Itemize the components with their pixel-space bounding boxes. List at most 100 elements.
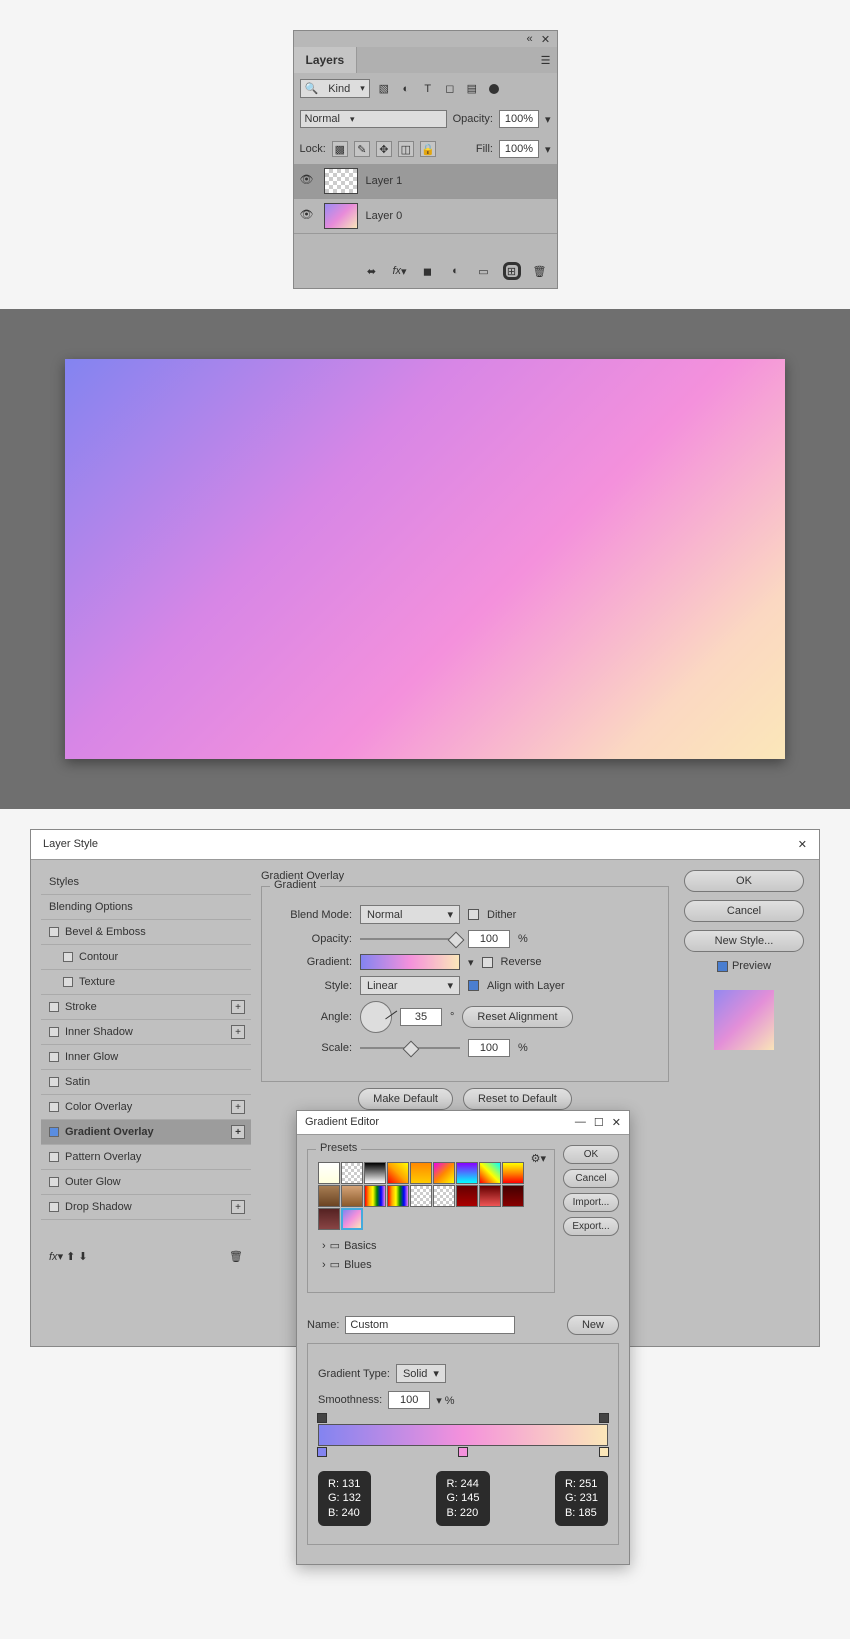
adjustment-icon[interactable]: ◐ <box>447 262 465 280</box>
styles-header[interactable]: Styles <box>41 870 251 895</box>
gear-icon[interactable]: ⚙▾ <box>531 1152 546 1165</box>
style-inner-glow[interactable]: Inner Glow <box>41 1045 251 1070</box>
preview-checkbox[interactable] <box>717 961 728 972</box>
color-stop[interactable] <box>458 1447 468 1457</box>
mask-icon[interactable]: ◼ <box>419 262 437 280</box>
style-texture[interactable]: Texture <box>41 970 251 995</box>
gradient-picker[interactable] <box>360 954 460 970</box>
opacity-slider[interactable] <box>360 934 460 944</box>
lock-brush-icon[interactable]: ✎ <box>354 141 370 157</box>
scale-slider[interactable] <box>360 1043 460 1053</box>
layer-thumb[interactable] <box>324 168 358 194</box>
reverse-checkbox[interactable] <box>482 957 493 968</box>
smooth-value[interactable]: 100 <box>388 1391 430 1409</box>
ge-cancel-button[interactable]: Cancel <box>563 1169 619 1188</box>
trash-icon[interactable]: 🗑 <box>229 1250 243 1263</box>
group-icon[interactable]: ▭ <box>475 262 493 280</box>
folder-blues[interactable]: ›▭Blues <box>318 1255 544 1274</box>
type-label: Gradient Type: <box>318 1368 390 1380</box>
filter-type-icon[interactable]: T <box>420 81 436 97</box>
filter-smart-icon[interactable]: ▤ <box>464 81 480 97</box>
close-icon[interactable]: ✕ <box>798 838 807 851</box>
lock-artboard-icon[interactable]: ◫ <box>398 141 414 157</box>
gradient-bar[interactable] <box>318 1424 608 1446</box>
link-icon[interactable]: ⬌ <box>363 262 381 280</box>
layer-name[interactable]: Layer 1 <box>366 175 403 187</box>
add-icon[interactable]: + <box>231 1200 245 1214</box>
name-input[interactable] <box>345 1316 515 1334</box>
style-satin[interactable]: Satin <box>41 1070 251 1095</box>
filter-adjust-icon[interactable]: ◐ <box>398 81 414 97</box>
new-button[interactable]: New <box>567 1315 619 1335</box>
rgb-readout-3: R: 251G: 231B: 185 <box>555 1471 608 1526</box>
new-style-button[interactable]: New Style... <box>684 930 804 952</box>
new-layer-icon[interactable]: ⊞ <box>503 262 521 280</box>
filter-image-icon[interactable]: ▧ <box>376 81 392 97</box>
opacity-dd-icon[interactable]: ▾ <box>545 113 551 126</box>
style-outer-glow[interactable]: Outer Glow <box>41 1170 251 1195</box>
layers-tab[interactable]: Layers <box>294 47 358 73</box>
color-stop[interactable] <box>599 1447 609 1457</box>
filter-toggle-icon[interactable] <box>486 81 502 97</box>
reset-alignment-button[interactable]: Reset Alignment <box>462 1006 572 1028</box>
visibility-icon[interactable]: 👁 <box>300 208 316 224</box>
reset-default-button[interactable]: Reset to Default <box>463 1088 572 1110</box>
style-drop-shadow[interactable]: Drop Shadow+ <box>41 1195 251 1220</box>
opacity-value[interactable]: 100 <box>468 930 510 948</box>
fx-icon[interactable]: fx▾ <box>391 262 409 280</box>
add-icon[interactable]: + <box>231 1125 245 1139</box>
dither-checkbox[interactable] <box>468 909 479 920</box>
style-contour[interactable]: Contour <box>41 945 251 970</box>
style-pattern-overlay[interactable]: Pattern Overlay <box>41 1145 251 1170</box>
scale-value[interactable]: 100 <box>468 1039 510 1057</box>
lock-all-icon[interactable]: 🔒 <box>420 141 436 157</box>
close-icon[interactable]: ✕ <box>540 33 552 45</box>
layer-row-0[interactable]: 👁 Layer 0 <box>294 199 557 234</box>
opacity-stop[interactable] <box>599 1413 609 1423</box>
style-inner-shadow[interactable]: Inner Shadow+ <box>41 1020 251 1045</box>
type-select[interactable]: Solid▾ <box>396 1364 446 1383</box>
fill-dd-icon[interactable]: ▾ <box>545 143 551 156</box>
style-select[interactable]: Linear▾ <box>360 976 460 995</box>
fill-value[interactable]: 100% <box>499 140 539 158</box>
minimize-icon[interactable]: — <box>575 1116 586 1129</box>
cancel-button[interactable]: Cancel <box>684 900 804 922</box>
style-stroke[interactable]: Stroke+ <box>41 995 251 1020</box>
lock-move-icon[interactable]: ✥ <box>376 141 392 157</box>
panel-menu-icon[interactable]: ☰ <box>541 54 551 67</box>
maximize-icon[interactable]: ☐ <box>594 1116 604 1129</box>
visibility-icon[interactable]: 👁 <box>300 173 316 189</box>
add-icon[interactable]: + <box>231 1000 245 1014</box>
style-gradient-overlay[interactable]: Gradient Overlay+ <box>41 1120 251 1145</box>
collapse-icon[interactable]: « <box>524 33 536 45</box>
preset-grid[interactable] <box>318 1162 544 1230</box>
layer-thumb[interactable] <box>324 203 358 229</box>
folder-basics[interactable]: ›▭Basics <box>318 1236 544 1255</box>
lock-pixels-icon[interactable]: ▩ <box>332 141 348 157</box>
layer-name[interactable]: Layer 0 <box>366 210 403 222</box>
trash-icon[interactable]: 🗑 <box>531 262 549 280</box>
add-icon[interactable]: + <box>231 1100 245 1114</box>
ok-button[interactable]: OK <box>684 870 804 892</box>
filter-shape-icon[interactable]: ◻ <box>442 81 458 97</box>
align-checkbox[interactable] <box>468 980 479 991</box>
ge-import-button[interactable]: Import... <box>563 1193 619 1212</box>
make-default-button[interactable]: Make Default <box>358 1088 453 1110</box>
blending-options[interactable]: Blending Options <box>41 895 251 920</box>
gradient-canvas[interactable] <box>65 359 785 759</box>
color-stop[interactable] <box>317 1447 327 1457</box>
blendmode-select[interactable]: Normal▾ <box>360 905 460 924</box>
ge-ok-button[interactable]: OK <box>563 1145 619 1164</box>
angle-value[interactable]: 35 <box>400 1008 442 1026</box>
opacity-stop[interactable] <box>317 1413 327 1423</box>
opacity-value[interactable]: 100% <box>499 110 539 128</box>
angle-dial[interactable] <box>360 1001 392 1033</box>
ge-export-button[interactable]: Export... <box>563 1217 619 1236</box>
add-icon[interactable]: + <box>231 1025 245 1039</box>
layer-row-1[interactable]: 👁 Layer 1 <box>294 164 557 199</box>
style-color-overlay[interactable]: Color Overlay+ <box>41 1095 251 1120</box>
blendmode-select[interactable]: Normal▾ <box>300 110 447 128</box>
filter-kind-select[interactable]: 🔍Kind▾ <box>300 79 370 98</box>
style-bevel[interactable]: Bevel & Emboss <box>41 920 251 945</box>
close-icon[interactable]: ✕ <box>612 1116 621 1129</box>
